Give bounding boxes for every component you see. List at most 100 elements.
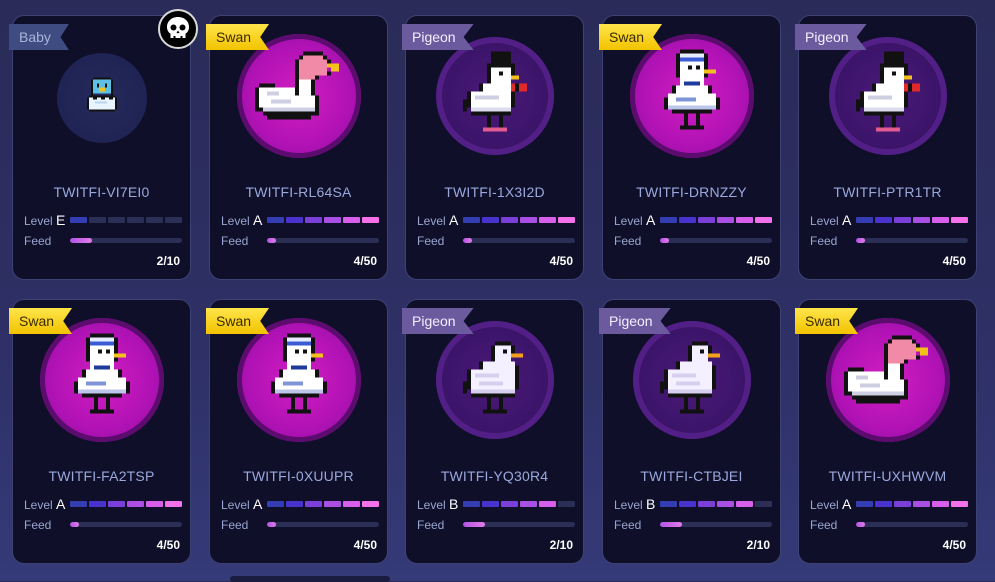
level-bar: [856, 217, 968, 223]
level-segment: [267, 501, 284, 507]
level-bar: [463, 501, 575, 507]
feed-bar-fill: [463, 238, 472, 243]
level-label: Level: [221, 214, 250, 228]
level-segment: [305, 501, 322, 507]
nft-card[interactable]: Swan TWITFI-UXHWVM Level A Feed 4/50: [795, 299, 977, 564]
feed-bar: [856, 522, 968, 527]
level-label: Level: [24, 498, 53, 512]
type-tag: Baby: [9, 24, 69, 50]
type-tag: Swan: [206, 24, 270, 50]
nft-card[interactable]: Pigeon TWITFI-YQ30R4 Level B Feed 2/10: [402, 299, 584, 564]
nft-name: TWITFI-PTR1TR: [833, 184, 942, 200]
avatar-disc: [435, 321, 554, 439]
feed-label: Feed: [24, 518, 52, 532]
level-segment: [286, 501, 303, 507]
level-segment: [127, 501, 144, 507]
feed-bar: [70, 522, 182, 527]
nft-name: TWITFI-1X3I2D: [444, 184, 545, 200]
level-segment: [362, 217, 379, 223]
level-segment: [324, 501, 341, 507]
level-label: Level: [614, 214, 643, 228]
feed-label: Feed: [810, 234, 838, 248]
level-label: Level: [810, 498, 839, 512]
level-segment: [70, 501, 87, 507]
avatar-disc: [435, 37, 554, 155]
feed-label: Feed: [221, 518, 249, 532]
feed-bar: [70, 238, 182, 243]
level-segment: [70, 217, 87, 223]
nft-card[interactable]: Swan TWITFI-RL64SA Level A Feed 4/50: [206, 15, 388, 280]
level-bar: [70, 217, 182, 223]
feed-bar-fill: [856, 238, 865, 243]
nft-card[interactable]: Baby TWITFI-VI7EI0 Level E Feed 2/10: [9, 15, 191, 280]
level-segment: [951, 501, 968, 507]
nft-card[interactable]: Swan TWITFI-0XUUPR Level A Feed 4/50: [206, 299, 388, 564]
feed-label: Feed: [221, 234, 249, 248]
level-segment: [501, 501, 518, 507]
feed-count: 4/50: [353, 254, 377, 268]
skull-badge[interactable]: [158, 9, 198, 49]
feed-label: Feed: [417, 518, 445, 532]
nft-card[interactable]: Swan TWITFI-FA2TSP Level A Feed 4/50: [9, 299, 191, 564]
level-segment: [520, 217, 537, 223]
level-segment: [856, 501, 873, 507]
level-grade: A: [646, 212, 656, 228]
nft-name: TWITFI-FA2TSP: [48, 468, 155, 484]
level-segment: [875, 501, 892, 507]
level-segment: [127, 217, 144, 223]
feed-count: 4/50: [942, 254, 966, 268]
level-segment: [165, 501, 182, 507]
pigeon-tophat-icon: [852, 51, 924, 141]
level-grade: A: [842, 496, 852, 512]
avatar-disc: [236, 34, 361, 158]
feed-count: 4/50: [942, 538, 966, 552]
level-segment: [343, 501, 360, 507]
level-segment: [324, 217, 341, 223]
feed-bar: [267, 522, 379, 527]
level-segment: [932, 217, 949, 223]
goose-sailor-icon: [660, 49, 724, 143]
type-tag: Pigeon: [402, 308, 474, 334]
avatar-disc: [632, 321, 751, 439]
nft-name: TWITFI-YQ30R4: [440, 468, 549, 484]
nft-card[interactable]: Pigeon TWITFI-1X3I2D Level A Feed 4/50: [402, 15, 584, 280]
level-segment: [913, 217, 930, 223]
level-segment: [736, 217, 753, 223]
feed-count: 2/10: [156, 254, 180, 268]
feed-bar-fill: [660, 238, 669, 243]
feed-bar-fill: [267, 238, 276, 243]
swan-pink-icon: [840, 335, 936, 425]
level-segment: [267, 217, 284, 223]
level-segment: [913, 501, 930, 507]
level-segment: [717, 501, 734, 507]
level-segment: [482, 501, 499, 507]
level-bar: [267, 217, 379, 223]
feed-bar: [463, 522, 575, 527]
feed-count: 4/50: [549, 254, 573, 268]
level-bar: [463, 217, 575, 223]
type-tag: Swan: [206, 308, 270, 334]
level-segment: [894, 501, 911, 507]
level-label: Level: [417, 214, 446, 228]
level-segment: [286, 217, 303, 223]
nft-card[interactable]: Swan TWITFI-DRNZZY Level A Feed 4/50: [599, 15, 781, 280]
level-segment: [679, 501, 696, 507]
type-tag: Swan: [599, 24, 663, 50]
level-grade: A: [842, 212, 852, 228]
avatar-disc: [39, 318, 164, 442]
type-tag: Pigeon: [795, 24, 867, 50]
level-segment: [89, 501, 106, 507]
level-segment: [755, 217, 772, 223]
avatar-disc: [236, 318, 361, 442]
level-segment: [108, 217, 125, 223]
feed-label: Feed: [24, 234, 52, 248]
nft-card[interactable]: Pigeon TWITFI-PTR1TR Level A Feed 4/50: [795, 15, 977, 280]
level-segment: [856, 217, 873, 223]
level-segment: [951, 217, 968, 223]
baby-bird-icon: [85, 76, 119, 121]
nft-card[interactable]: Pigeon TWITFI-CTBJEI Level B Feed 2/10: [599, 299, 781, 564]
level-segment: [875, 217, 892, 223]
feed-bar-fill: [70, 238, 93, 243]
feed-label: Feed: [614, 234, 642, 248]
level-grade: A: [56, 496, 66, 512]
